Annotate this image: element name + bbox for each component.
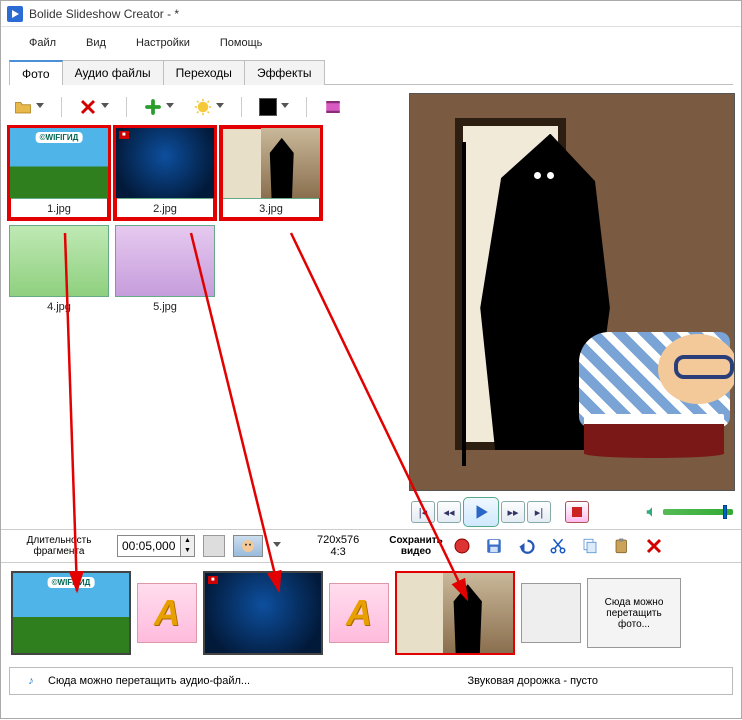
color-swatch [259, 98, 277, 116]
add-folder-button[interactable] [9, 95, 49, 119]
timeline-transition-empty[interactable] [521, 583, 581, 643]
thumbnail-caption: 5.jpg [115, 301, 215, 313]
timeline[interactable]: ©WIFIГИД A ■ A Сюда можно перетащить фот… [1, 562, 741, 663]
cut-button[interactable] [547, 535, 569, 557]
copy-button[interactable] [579, 535, 601, 557]
thumbnail-item[interactable]: 3.jpg [221, 127, 321, 219]
paste-button[interactable] [611, 535, 633, 557]
preview-image [410, 94, 734, 490]
resolution-label: 720x576 4:3 [317, 534, 359, 558]
film-button[interactable] [319, 95, 347, 119]
add-button[interactable] [139, 95, 179, 119]
fragment-duration-input[interactable] [118, 537, 180, 555]
menu-file[interactable]: Файл [21, 33, 64, 53]
go-start-button[interactable]: |◂ [411, 501, 435, 523]
spin-up-button[interactable]: ▲ [180, 536, 194, 546]
app-icon [7, 6, 23, 22]
separator [61, 97, 62, 117]
transport-bar: |◂ ◂◂ ▸▸ ▸| [409, 491, 735, 533]
aspect-value: 4:3 [317, 546, 359, 558]
save-video-label: Сохранить видео [389, 535, 443, 557]
music-note-icon: ♪ [24, 674, 38, 688]
media-tabs: Фото Аудио файлы Переходы Эффекты [9, 59, 733, 85]
go-end-button[interactable]: ▸| [527, 501, 551, 523]
chevron-down-icon [166, 103, 174, 111]
separator [241, 97, 242, 117]
spin-down-button[interactable]: ▼ [180, 546, 194, 556]
menu-settings[interactable]: Настройки [128, 33, 198, 53]
thumbnail-image [115, 225, 215, 297]
resolution-value: 720x576 [317, 534, 359, 546]
fragment-duration-spinner[interactable]: ▲▼ [117, 535, 195, 557]
play-button[interactable] [463, 497, 499, 527]
undo-button[interactable] [515, 535, 537, 557]
face-preset-button[interactable] [233, 535, 263, 557]
tab-effects[interactable]: Эффекты [244, 60, 325, 85]
audio-track-bar[interactable]: ♪ Сюда можно перетащить аудио-файл... Зв… [9, 667, 733, 695]
preview-pane: |◂ ◂◂ ▸▸ ▸| [407, 89, 741, 529]
timeline-drop-zone[interactable]: Сюда можно перетащить фото... [587, 578, 681, 648]
fragment-duration-label: Длительность фрагмента [9, 535, 109, 557]
prev-button[interactable]: ◂◂ [437, 501, 461, 523]
thumbnail-caption: 1.jpg [9, 203, 109, 215]
tab-transitions[interactable]: Переходы [163, 60, 245, 85]
audio-track-status: Звуковая дорожка - пусто [468, 675, 598, 687]
chevron-down-icon [216, 103, 224, 111]
menu-help[interactable]: Помощь [212, 33, 271, 53]
fragment-toolbar: Длительность фрагмента ▲▼ 720x576 4:3 Со… [1, 529, 741, 562]
separator [126, 97, 127, 117]
chevron-down-icon [36, 103, 44, 111]
thumbnail-item[interactable]: ©WIFIГИД 1.jpg [9, 127, 109, 219]
tab-audio[interactable]: Аудио файлы [62, 60, 164, 85]
thumbnail-caption: 2.jpg [115, 203, 215, 215]
window-title: Bolide Slideshow Creator - * [29, 7, 179, 21]
chevron-down-icon [101, 103, 109, 111]
timeline-drop-hint: Сюда можно перетащить фото... [592, 597, 676, 630]
library-pane: ©WIFIГИД 1.jpg ■ 2.jpg 3.jpg 4.jpg 5.jpg [1, 89, 407, 529]
thumbnail-image [221, 127, 321, 199]
thumbnail-image [9, 225, 109, 297]
grey-swatch[interactable] [203, 535, 225, 557]
thumbnail-caption: 3.jpg [221, 203, 321, 215]
speaker-icon [645, 505, 659, 519]
record-button[interactable] [451, 535, 473, 557]
tab-photo[interactable]: Фото [9, 60, 63, 85]
menubar: Файл Вид Настройки Помощь [1, 27, 741, 59]
effect-button[interactable] [189, 95, 229, 119]
thumbnail-grid: ©WIFIГИД 1.jpg ■ 2.jpg 3.jpg 4.jpg 5.jpg [9, 125, 399, 313]
timeline-clip[interactable]: ■ [203, 571, 323, 655]
timeline-clip[interactable]: ©WIFIГИД [11, 571, 131, 655]
color-swatch-button[interactable] [254, 95, 294, 119]
timeline-transition[interactable]: A [329, 583, 389, 643]
thumbnail-image: ©WIFIГИД [9, 127, 109, 199]
preview-viewport [409, 93, 735, 491]
next-button[interactable]: ▸▸ [501, 501, 525, 523]
stop-button[interactable] [565, 501, 589, 523]
menu-view[interactable]: Вид [78, 33, 114, 53]
volume-slider[interactable] [663, 509, 733, 515]
remove-button[interactable] [643, 535, 665, 557]
save-button[interactable] [483, 535, 505, 557]
thumbnail-item[interactable]: 5.jpg [115, 225, 215, 313]
library-toolbar [9, 93, 399, 125]
chevron-down-icon [281, 103, 289, 111]
separator [306, 97, 307, 117]
titlebar: Bolide Slideshow Creator - * [1, 1, 741, 27]
thumbnail-image: ■ [115, 127, 215, 199]
chevron-down-icon [273, 542, 281, 550]
delete-button[interactable] [74, 95, 114, 119]
thumbnail-item[interactable]: ■ 2.jpg [115, 127, 215, 219]
audio-drop-hint: Сюда можно перетащить аудио-файл... [48, 675, 250, 687]
timeline-transition[interactable]: A [137, 583, 197, 643]
thumbnail-caption: 4.jpg [9, 301, 109, 313]
thumbnail-item[interactable]: 4.jpg [9, 225, 109, 313]
volume-control [645, 505, 733, 519]
timeline-clip-selected[interactable] [395, 571, 515, 655]
